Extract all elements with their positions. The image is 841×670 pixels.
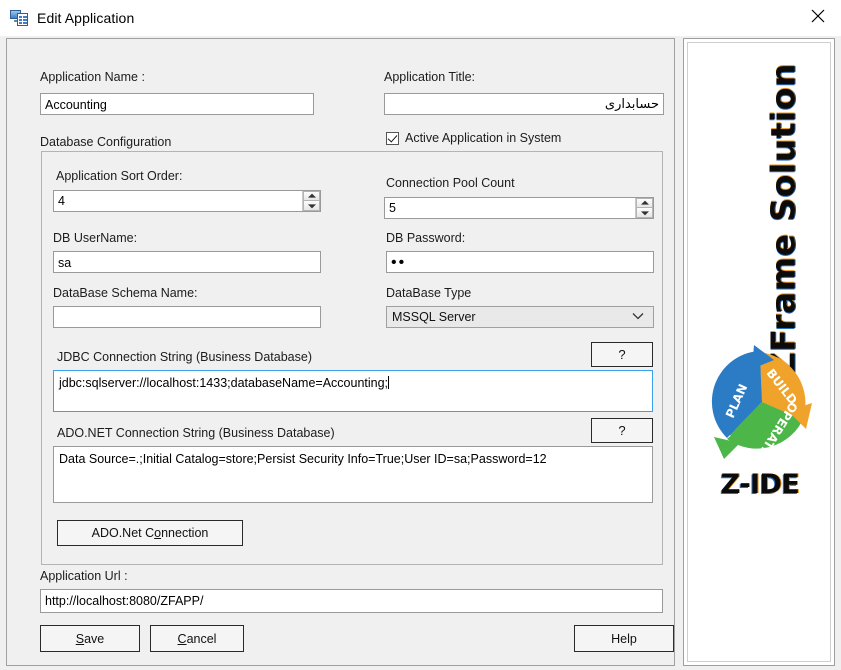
adonet-connection-string-label: ADO.NET Connection String (Business Data…	[57, 426, 335, 440]
database-schema-name-label: DataBase Schema Name:	[53, 286, 198, 300]
jdbc-help-button[interactable]: ?	[591, 342, 653, 367]
adonet-connection-button-mnemonic: o	[154, 526, 162, 540]
adonet-connection-button-prefix: ADO.Net C	[91, 526, 155, 540]
db-password-label: DB Password:	[386, 231, 466, 245]
window-client-area: Application Name : Accounting Applicatio…	[0, 36, 841, 670]
pool-count-spin-down-icon[interactable]	[636, 208, 653, 218]
window-title: Edit Application	[37, 10, 135, 26]
sort-order-spin-down-icon[interactable]	[303, 201, 320, 211]
branding-inner-frame: ZFrame Solution PLAN BUILD OPERATE Z-IDE	[687, 42, 831, 662]
db-username-input[interactable]: sa	[53, 251, 321, 273]
connection-pool-count-label: Connection Pool Count	[386, 176, 515, 190]
cancel-button-mnemonic: C	[177, 631, 187, 646]
application-name-input[interactable]: Accounting	[40, 93, 314, 115]
jdbc-connection-string-input[interactable]: jdbc:sqlserver://localhost:1433;database…	[53, 370, 653, 412]
chevron-down-icon	[632, 307, 644, 326]
sort-order-spinner-buttons[interactable]	[302, 191, 320, 211]
application-title-label: Application Title:	[384, 70, 476, 84]
plan-build-operate-cycle-icon: PLAN BUILD OPERATE	[711, 345, 812, 459]
database-schema-name-input[interactable]	[53, 306, 321, 328]
application-url-input[interactable]: http://localhost:8080/ZFAPP/	[40, 589, 663, 613]
application-name-label: Application Name :	[40, 70, 145, 84]
adonet-connection-string-input[interactable]: Data Source=.;Initial Catalog=store;Pers…	[53, 446, 653, 503]
product-name: Z-IDE	[720, 469, 800, 500]
close-icon[interactable]	[795, 0, 841, 32]
window-titlebar: Edit Application	[0, 0, 841, 36]
jdbc-connection-string-label: JDBC Connection String (Business Databas…	[57, 350, 312, 364]
adonet-connection-button[interactable]: ADO.Net Co nnection	[57, 520, 243, 546]
form-panel: Application Name : Accounting Applicatio…	[6, 38, 675, 666]
application-sort-order-value: 4	[58, 194, 65, 208]
database-type-value: MSSQL Server	[392, 310, 476, 324]
sort-order-spin-up-icon[interactable]	[303, 191, 320, 201]
text-caret	[388, 376, 390, 389]
active-application-label: Active Application in System	[405, 131, 562, 145]
branding-vertical-title-wrap: ZFrame Solution	[688, 63, 832, 377]
save-button-label: ave	[84, 631, 105, 646]
active-application-checkbox[interactable]: Active Application in System	[386, 131, 561, 145]
application-sort-order-label: Application Sort Order:	[56, 169, 183, 183]
application-form-icon	[10, 10, 28, 26]
zide-logo: PLAN BUILD OPERATE Z-IDE	[688, 343, 832, 500]
database-configuration-legend: Database Configuration	[40, 135, 172, 149]
adonet-connection-button-suffix: nnection	[161, 526, 209, 540]
branding-panel: ZFrame Solution PLAN BUILD OPERATE Z-IDE	[683, 38, 835, 666]
cancel-button-label: ancel	[186, 631, 217, 646]
database-type-select[interactable]: MSSQL Server	[386, 306, 654, 328]
application-title-input[interactable]: حسابداری	[384, 93, 664, 115]
connection-pool-count-value: 5	[389, 201, 396, 215]
application-url-label: Application Url :	[40, 569, 128, 583]
jdbc-connection-string-value: jdbc:sqlserver://localhost:1433;database…	[59, 376, 389, 390]
save-button-mnemonic: S	[75, 631, 85, 646]
pool-count-spin-up-icon[interactable]	[636, 198, 653, 208]
database-type-label: DataBase Type	[386, 286, 472, 300]
db-username-label: DB UserName:	[53, 231, 138, 245]
save-button[interactable]: Save	[40, 625, 140, 652]
cancel-button[interactable]: Cancel	[150, 625, 244, 652]
help-button[interactable]: Help	[574, 625, 674, 652]
adonet-help-button[interactable]: ?	[591, 418, 653, 443]
branding-vertical-title: ZFrame Solution	[763, 63, 803, 377]
application-sort-order-stepper[interactable]: 4	[53, 190, 321, 212]
edit-application-window: Edit Application Application Name : Acco…	[0, 0, 841, 670]
db-password-input[interactable]: ••	[386, 251, 654, 273]
checkbox-check-icon	[386, 131, 399, 145]
connection-pool-count-stepper[interactable]: 5	[384, 197, 654, 219]
pool-count-spinner-buttons[interactable]	[635, 198, 653, 218]
